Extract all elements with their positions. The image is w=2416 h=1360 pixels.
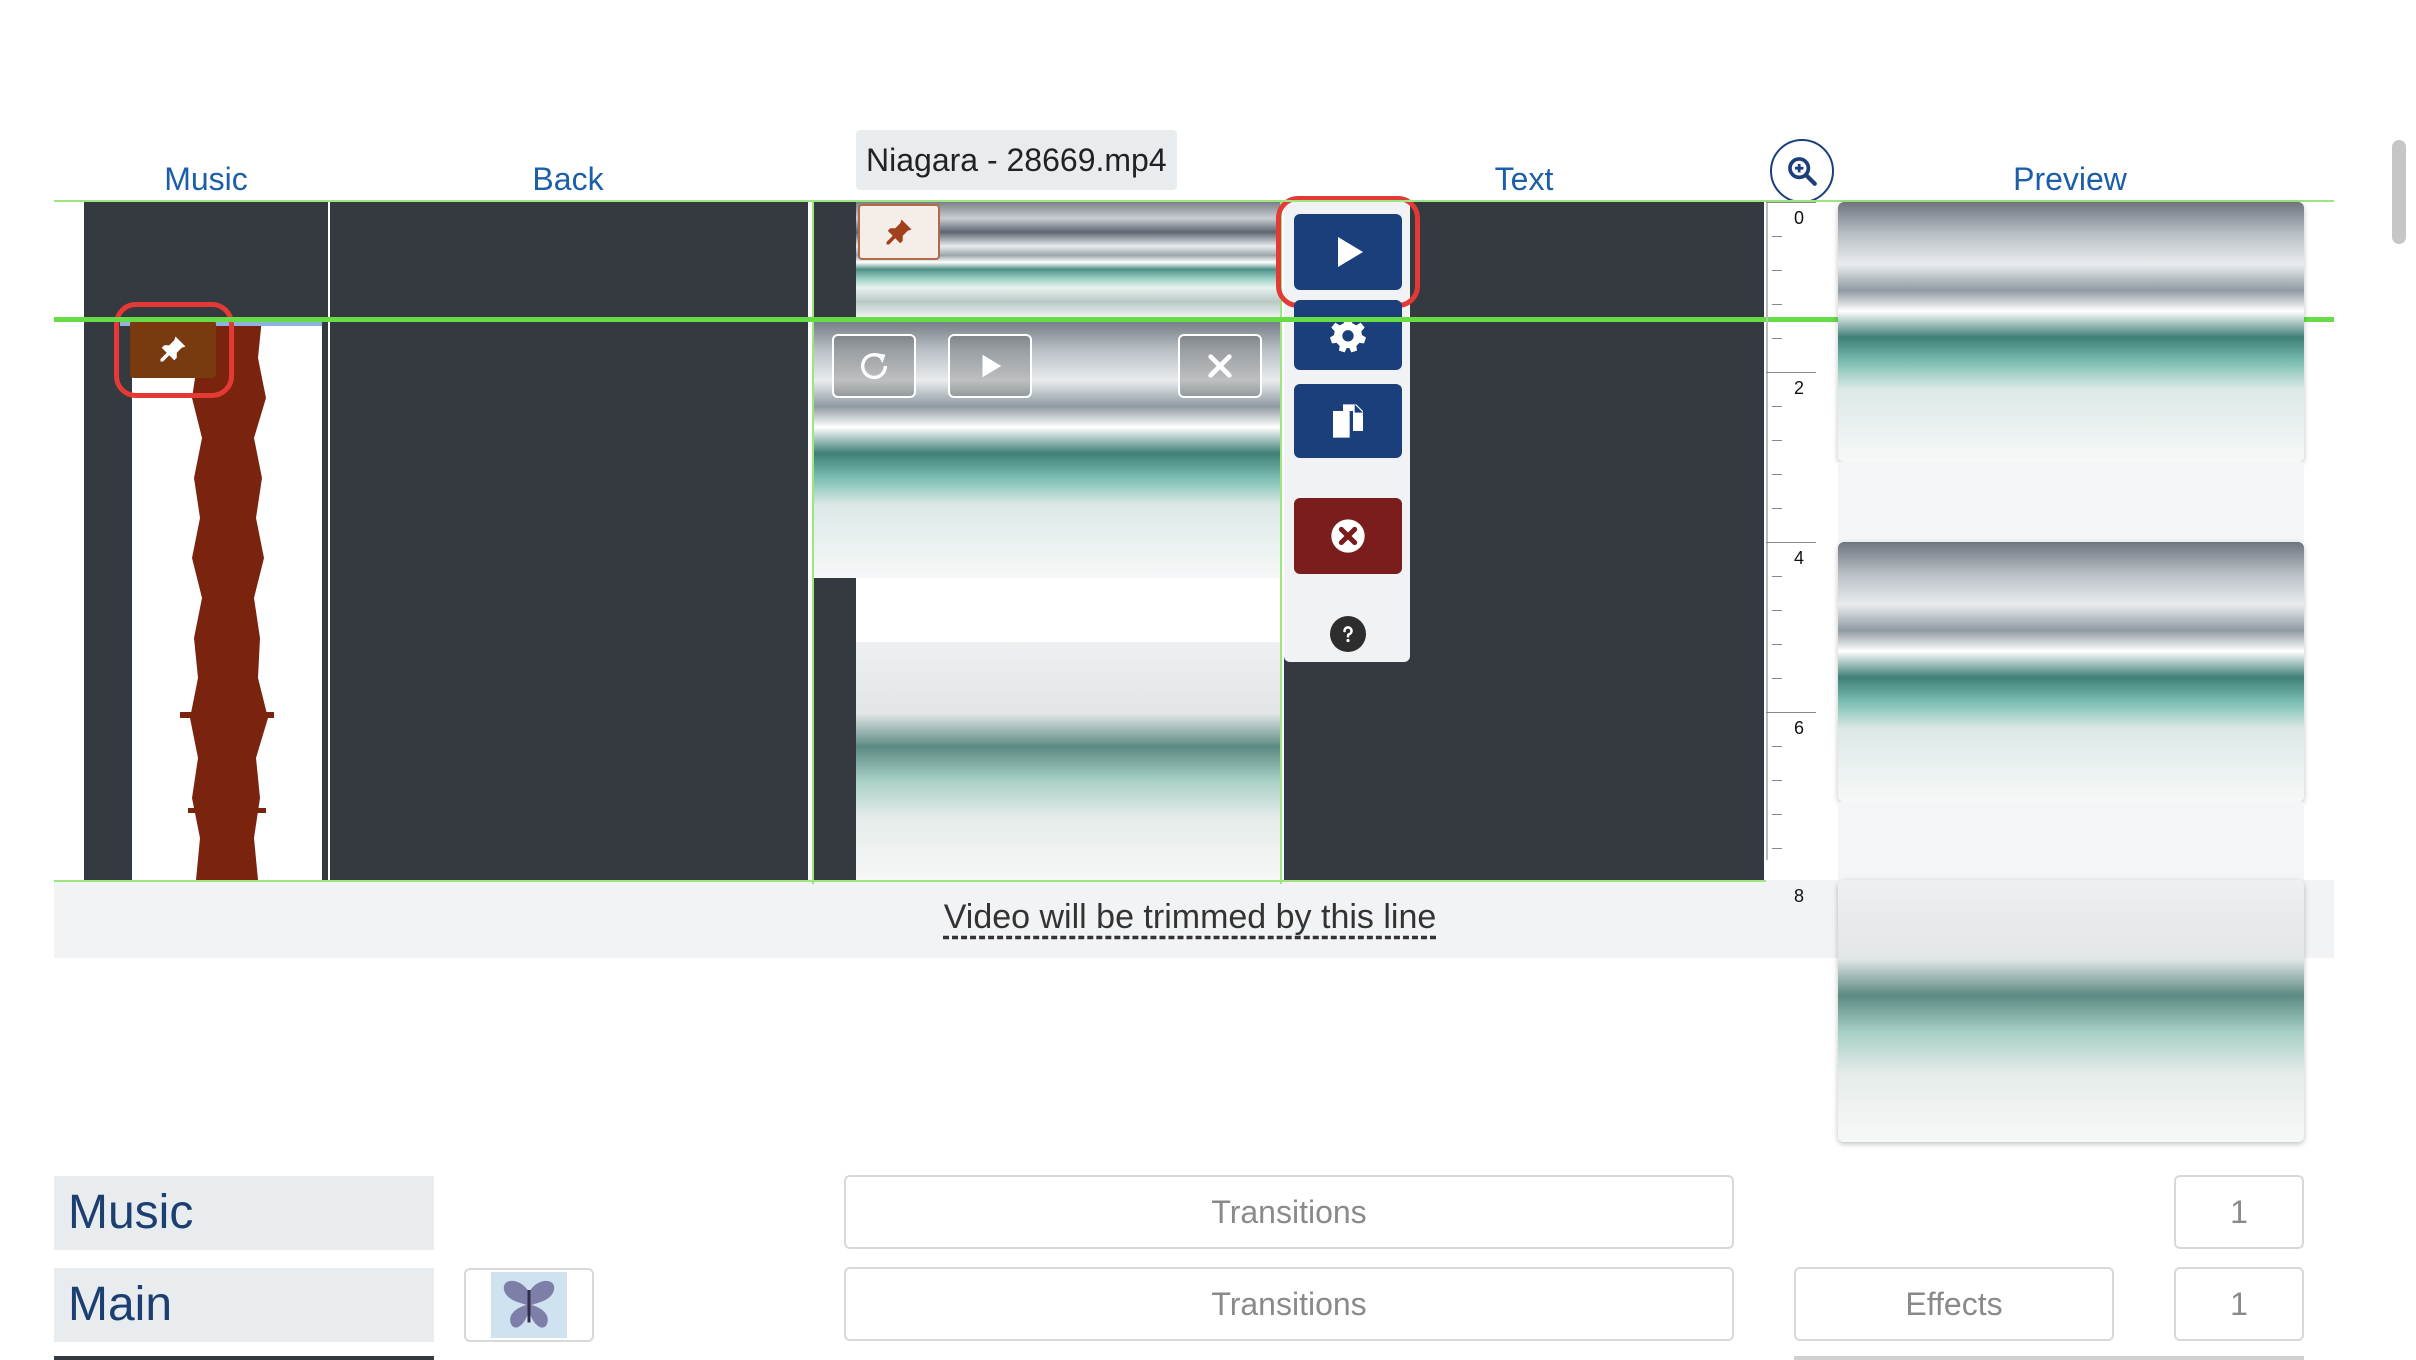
next-row-edge — [1794, 1356, 2304, 1360]
music-row-label[interactable]: Music — [54, 1176, 434, 1250]
main-count-field[interactable]: 1 — [2174, 1267, 2304, 1341]
refresh-icon — [860, 353, 888, 380]
main-clip-thumbnail-bottom[interactable] — [856, 642, 1280, 880]
ruler-label-8: 8 — [1794, 886, 1805, 906]
time-ruler[interactable] — [1766, 200, 1768, 860]
preview-gap — [1838, 462, 2304, 542]
trim-notice: Video will be trimmed by this line — [943, 898, 1437, 936]
settings-button[interactable] — [1294, 300, 1402, 370]
play-button-highlight — [1276, 196, 1420, 308]
ruler-tick — [1772, 610, 1782, 611]
ruler-tick-4 — [1766, 542, 1816, 543]
ruler-tick-0 — [1766, 202, 1816, 203]
preview-gap — [1838, 802, 2304, 880]
main-transitions-button[interactable]: Transitions — [844, 1267, 1734, 1341]
preview-thumbnail-3[interactable] — [1838, 880, 2304, 1142]
trim-line[interactable] — [54, 880, 1766, 882]
column-header-text[interactable]: Text — [1464, 156, 1584, 202]
main-row-label[interactable]: Main — [54, 1268, 434, 1342]
main-effects-button[interactable]: Effects — [1794, 1267, 2114, 1341]
help-icon — [1343, 626, 1353, 643]
ruler-tick — [1772, 406, 1782, 407]
ruler-label-2: 2 — [1794, 378, 1805, 398]
main-clip-border-right — [1280, 200, 1282, 884]
clip-close-button[interactable] — [1178, 334, 1262, 398]
ruler-tick-6 — [1766, 712, 1816, 713]
main-clip-border-left — [812, 200, 814, 884]
copy-button[interactable] — [1294, 384, 1402, 458]
preview-thumbnail-2[interactable] — [1838, 542, 2304, 802]
delete-icon — [1331, 519, 1365, 553]
next-row-edge — [54, 1356, 434, 1360]
close-icon — [1208, 354, 1232, 378]
music-waveform — [180, 318, 274, 880]
ruler-label-0: 0 — [1794, 208, 1805, 228]
ruler-tick — [1772, 338, 1782, 339]
ruler-label-4: 4 — [1794, 548, 1805, 568]
ruler-tick — [1772, 678, 1782, 679]
clip-filename-label: Niagara - 28669.mp4 — [856, 130, 1177, 190]
music-clip[interactable] — [132, 318, 322, 880]
ruler-label-6: 6 — [1794, 718, 1805, 738]
music-transitions-button[interactable]: Transitions — [844, 1175, 1734, 1249]
copy-icon — [1333, 404, 1363, 438]
ruler-tick — [1772, 848, 1782, 849]
back-track[interactable] — [330, 202, 808, 880]
ruler-tick — [1772, 440, 1782, 441]
preview-thumbnail-1[interactable] — [1838, 202, 2304, 462]
ruler-tick — [1772, 236, 1782, 237]
refresh-button[interactable] — [832, 334, 916, 398]
main-clip-gap — [856, 578, 1280, 642]
delete-button[interactable] — [1294, 498, 1402, 574]
play-icon — [982, 354, 1002, 378]
vertical-scrollbar[interactable] — [2392, 140, 2406, 244]
butterfly-icon — [503, 1280, 555, 1328]
ruler-tick — [1772, 270, 1782, 271]
ruler-tick — [1772, 508, 1782, 509]
clip-play-button[interactable] — [948, 334, 1032, 398]
ruler-tick — [1772, 644, 1782, 645]
ruler-tick — [1772, 576, 1782, 577]
column-header-back[interactable]: Back — [508, 156, 628, 202]
ruler-tick — [1772, 780, 1782, 781]
column-header-preview[interactable]: Preview — [1990, 156, 2150, 202]
ruler-tick — [1772, 474, 1782, 475]
ruler-tick — [1772, 746, 1782, 747]
ruler-tick-2 — [1766, 372, 1816, 373]
ruler-tick — [1772, 304, 1782, 305]
column-header-music[interactable]: Music — [146, 156, 266, 202]
main-clip-pin-button[interactable] — [858, 204, 940, 260]
music-count-field[interactable]: 1 — [2174, 1175, 2304, 1249]
zoom-in-icon[interactable] — [1770, 139, 1834, 203]
help-button[interactable] — [1330, 616, 1366, 652]
pin-icon — [886, 219, 912, 245]
main-row-thumbnail[interactable] — [464, 1268, 594, 1342]
ruler-tick — [1772, 814, 1782, 815]
